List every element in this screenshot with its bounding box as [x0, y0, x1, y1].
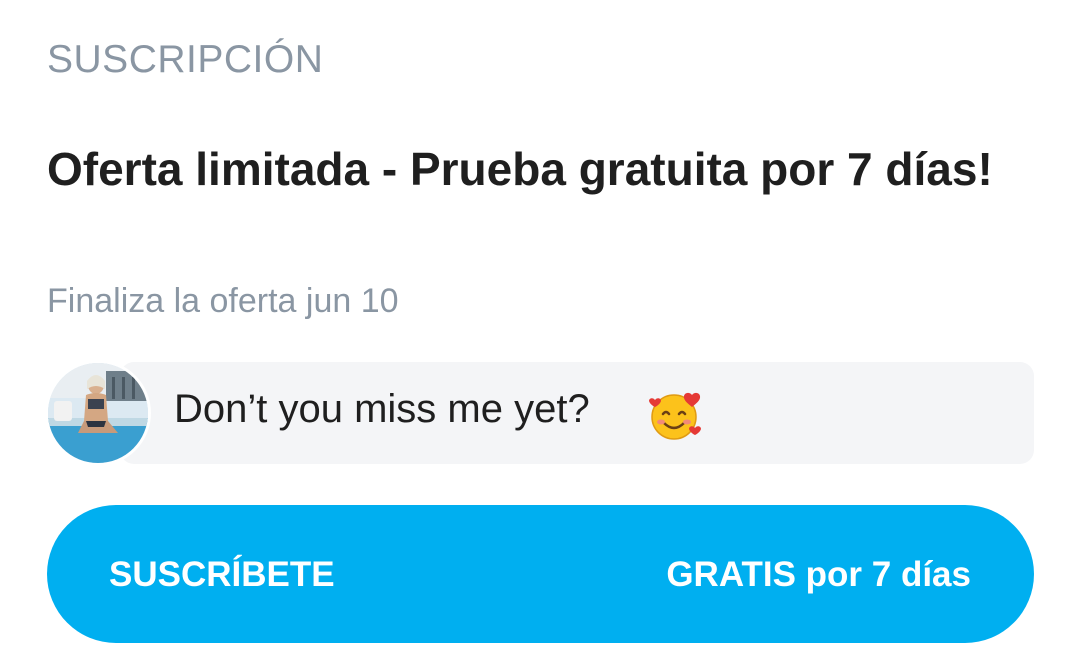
offer-end-date: Finaliza la oferta jun 10 — [47, 282, 399, 320]
section-label: SUSCRIPCIÓN — [47, 38, 324, 81]
offer-title: Oferta limitada - Prueba gratuita por 7 … — [47, 143, 993, 195]
free-trial-label: GRATIS por 7 días — [666, 555, 971, 594]
smiling-face-with-hearts-icon — [649, 392, 701, 440]
subscribe-button[interactable]: SUSCRÍBETE GRATIS por 7 días — [47, 505, 1034, 643]
subscribe-label: SUSCRÍBETE — [109, 555, 335, 594]
avatar[interactable] — [45, 360, 151, 466]
message-text: Don’t you miss me yet? — [174, 387, 590, 431]
avatar-photo — [48, 363, 148, 463]
